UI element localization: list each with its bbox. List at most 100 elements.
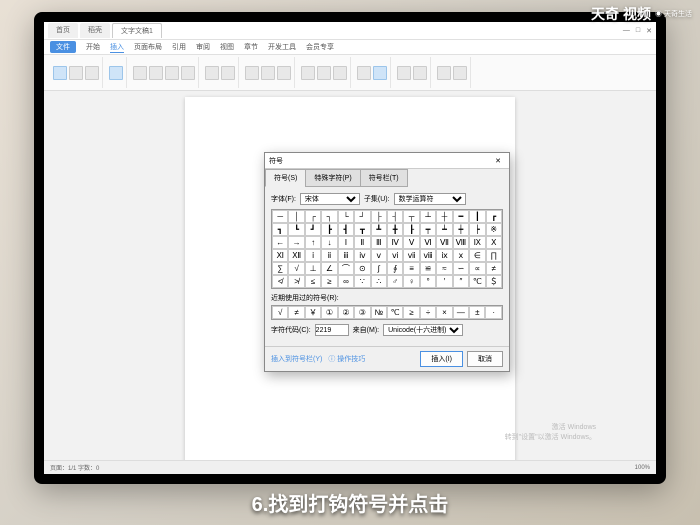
- dialog-close-icon[interactable]: ✕: [491, 157, 505, 165]
- charcode-input[interactable]: [315, 324, 349, 336]
- symbol-cell[interactable]: ┬: [403, 210, 419, 223]
- symbol-cell[interactable]: ⅰ: [305, 249, 321, 262]
- symbol-icon[interactable]: [373, 66, 387, 80]
- symbol-cell[interactable]: ┳: [354, 223, 370, 236]
- object-icon[interactable]: [437, 66, 451, 80]
- attachment-icon[interactable]: [453, 66, 467, 80]
- symbol-cell[interactable]: Ⅵ: [420, 236, 436, 249]
- ribbon-tab-layout[interactable]: 页面布局: [134, 42, 162, 52]
- symbol-cell[interactable]: ⅱ: [321, 249, 337, 262]
- symbol-cell[interactable]: ←: [272, 236, 288, 249]
- symbol-cell[interactable]: ≤: [305, 275, 321, 288]
- font-select[interactable]: 宋体: [300, 193, 360, 205]
- page-number-icon[interactable]: [277, 66, 291, 80]
- recent-symbol-cell[interactable]: №: [371, 306, 387, 319]
- symbol-cell[interactable]: Ⅱ: [354, 236, 370, 249]
- symbol-cell[interactable]: ┌: [305, 210, 321, 223]
- symbol-cell[interactable]: Ⅻ: [288, 249, 304, 262]
- recent-symbol-cell[interactable]: ℃: [387, 306, 403, 319]
- symbol-cell[interactable]: ≡: [403, 262, 419, 275]
- recent-symbol-cell[interactable]: ③: [354, 306, 370, 319]
- symbol-cell[interactable]: Ⅺ: [272, 249, 288, 262]
- table-icon[interactable]: [109, 66, 123, 80]
- blank-page-icon[interactable]: [69, 66, 83, 80]
- symbol-cell[interactable]: ≠: [486, 262, 502, 275]
- symbol-cell[interactable]: ┓: [272, 223, 288, 236]
- symbol-cell[interactable]: ━: [453, 210, 469, 223]
- symbol-cell[interactable]: ≌: [420, 262, 436, 275]
- cancel-button[interactable]: 取消: [467, 351, 503, 367]
- symbol-cell[interactable]: ∫: [371, 262, 387, 275]
- insert-to-bar-link[interactable]: 插入到符号栏(Y): [271, 354, 322, 364]
- picture-icon[interactable]: [133, 66, 147, 80]
- recent-symbol-cell[interactable]: ￥: [305, 306, 321, 319]
- maximize-icon[interactable]: □: [636, 27, 640, 35]
- minimize-icon[interactable]: —: [623, 27, 630, 35]
- header-icon[interactable]: [245, 66, 259, 80]
- dialog-tab-special[interactable]: 特殊字符(P): [305, 169, 360, 187]
- close-icon[interactable]: ✕: [646, 27, 652, 35]
- recent-symbol-cell[interactable]: ②: [338, 306, 354, 319]
- shapes-icon[interactable]: [149, 66, 163, 80]
- hyperlink-icon[interactable]: [397, 66, 411, 80]
- symbol-cell[interactable]: ∑: [272, 262, 288, 275]
- symbol-cell[interactable]: Ⅶ: [436, 236, 452, 249]
- symbol-cell[interactable]: ┣: [321, 223, 337, 236]
- symbol-cell[interactable]: ┃: [469, 210, 485, 223]
- recent-symbol-cell[interactable]: √: [272, 306, 288, 319]
- ribbon-tab-vip[interactable]: 会员专享: [306, 42, 334, 52]
- date-icon[interactable]: [333, 66, 347, 80]
- symbol-cell[interactable]: Ⅸ: [469, 236, 485, 249]
- ribbon-tab-references[interactable]: 引用: [172, 42, 186, 52]
- symbol-cell[interactable]: ┝: [469, 223, 485, 236]
- ribbon-tab-view[interactable]: 视图: [220, 42, 234, 52]
- symbol-cell[interactable]: ┯: [420, 223, 436, 236]
- symbol-cell[interactable]: ∏: [486, 249, 502, 262]
- page-break-icon[interactable]: [85, 66, 99, 80]
- recent-symbol-cell[interactable]: ×: [436, 306, 452, 319]
- bookmark-icon[interactable]: [413, 66, 427, 80]
- symbol-cell[interactable]: Ⅷ: [453, 236, 469, 249]
- symbol-cell[interactable]: ↓: [321, 236, 337, 249]
- symbol-cell[interactable]: ⌒: [338, 262, 354, 275]
- symbol-cell[interactable]: │: [288, 210, 304, 223]
- symbol-cell[interactable]: ┗: [288, 223, 304, 236]
- recent-symbol-cell[interactable]: ±: [469, 306, 485, 319]
- recent-symbol-cell[interactable]: ①: [321, 306, 337, 319]
- symbol-cell[interactable]: ├: [371, 210, 387, 223]
- symbol-cell[interactable]: ┘: [354, 210, 370, 223]
- symbol-cell[interactable]: ╋: [387, 223, 403, 236]
- symbol-cell[interactable]: Ⅴ: [403, 236, 419, 249]
- symbol-cell[interactable]: √: [288, 262, 304, 275]
- symbol-cell[interactable]: ⊥: [305, 262, 321, 275]
- symbol-cell[interactable]: ┴: [420, 210, 436, 223]
- recent-symbol-cell[interactable]: ÷: [420, 306, 436, 319]
- app-tab-docer[interactable]: 稻壳: [80, 23, 110, 38]
- zoom-level[interactable]: 100%: [635, 465, 650, 471]
- symbol-cell[interactable]: ─: [272, 210, 288, 223]
- symbol-cell[interactable]: ┻: [371, 223, 387, 236]
- symbol-cell[interactable]: °: [420, 275, 436, 288]
- ribbon-tab-section[interactable]: 章节: [244, 42, 258, 52]
- symbol-cell[interactable]: ♂: [387, 275, 403, 288]
- symbol-cell[interactable]: ┼: [436, 210, 452, 223]
- symbol-cell[interactable]: Ⅳ: [387, 236, 403, 249]
- recent-symbol-cell[interactable]: ≠: [288, 306, 304, 319]
- symbol-cell[interactable]: ≈: [436, 262, 452, 275]
- screenshot-icon[interactable]: [221, 66, 235, 80]
- symbol-cell[interactable]: Ⅲ: [371, 236, 387, 249]
- symbol-cell[interactable]: ′: [436, 275, 452, 288]
- ribbon-tab-home[interactable]: 开始: [86, 42, 100, 52]
- ribbon-tab-review[interactable]: 审阅: [196, 42, 210, 52]
- cover-icon[interactable]: [53, 66, 67, 80]
- symbol-cell[interactable]: ⊙: [354, 262, 370, 275]
- symbol-cell[interactable]: ┿: [453, 223, 469, 236]
- symbol-cell[interactable]: ∞: [338, 275, 354, 288]
- ribbon-tab-file[interactable]: 文件: [50, 41, 76, 53]
- symbol-cell[interactable]: ⅷ: [420, 249, 436, 262]
- dialog-titlebar[interactable]: 符号 ✕: [265, 153, 509, 169]
- symbol-cell[interactable]: ℃: [469, 275, 485, 288]
- icons-icon[interactable]: [165, 66, 179, 80]
- symbol-cell[interactable]: └: [338, 210, 354, 223]
- symbol-cell[interactable]: →: [288, 236, 304, 249]
